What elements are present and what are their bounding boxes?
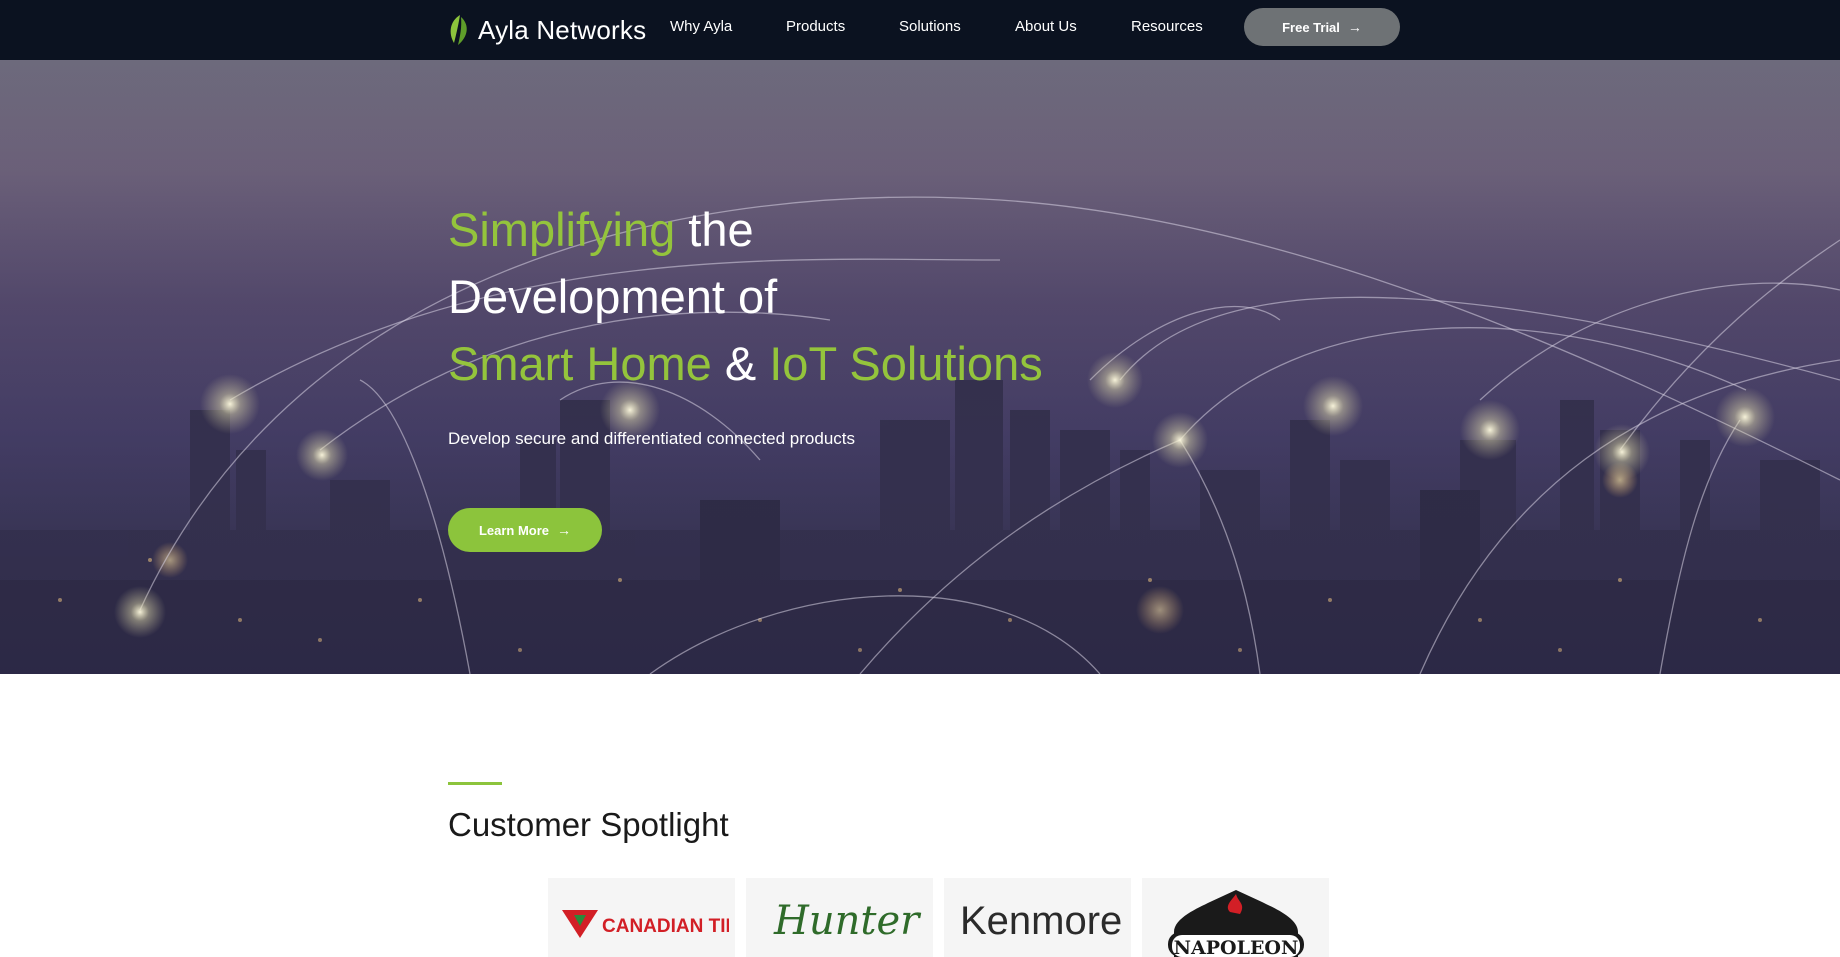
headline-simplifying: Simplifying [448,203,676,256]
customer-logo-hunter[interactable]: Hunter [746,878,933,957]
nav-item-products[interactable]: Products [786,18,845,35]
hero-banner: Simplifying the Development of Smart Hom… [0,60,1840,674]
customer-logo-canadian-tire[interactable]: CANADIAN TIRE [548,878,735,957]
brand-logo[interactable]: Ayla Networks [446,10,646,50]
headline-development-of: Development of [448,270,778,323]
headline-smart-home: Smart Home [448,337,712,390]
hunter-logo: Hunter [773,898,922,944]
top-navigation: Ayla Networks Why Ayla Products Solution… [0,0,1840,60]
kenmore-wordmark: Kenmore [960,899,1122,943]
nav-item-about-us[interactable]: About Us [1015,18,1077,35]
free-trial-button[interactable]: Free Trial → [1244,8,1400,46]
hero-headline: Simplifying the Development of Smart Hom… [448,196,1043,397]
customer-logos: CANADIAN TIRE Hunter Kenmore NAPOLEON [548,878,1330,957]
section-accent-line [448,782,502,785]
nav-item-solutions[interactable]: Solutions [899,18,961,35]
napoleon-wordmark: NAPOLEON [1174,937,1299,957]
kenmore-logo: Kenmore [960,899,1122,943]
customer-logo-kenmore[interactable]: Kenmore [944,878,1131,957]
napoleon-logo: NAPOLEON [1168,890,1304,957]
customer-spotlight-heading: Customer Spotlight [448,806,729,843]
free-trial-label: Free Trial [1282,19,1340,35]
nav-item-why-ayla[interactable]: Why Ayla [670,18,732,35]
learn-more-button[interactable]: Learn More → [448,508,602,552]
customer-logo-napoleon[interactable]: NAPOLEON [1142,878,1329,957]
nav-item-resources[interactable]: Resources [1131,18,1203,35]
headline-ampersand: & [711,337,770,390]
learn-more-label: Learn More [478,522,550,538]
hunter-wordmark: Hunter [773,898,922,944]
arrow-right-icon: → [1347,19,1362,35]
hero-subtitle: Develop secure and differentiated connec… [448,429,856,448]
headline-the: the [675,203,754,256]
canadian-tire-wordmark: CANADIAN TIRE [602,916,729,937]
headline-iot-solutions: IoT Solutions [769,337,1043,390]
arrow-right-icon: → [557,522,572,538]
leaf-icon [450,15,467,45]
brand-name: Ayla Networks [478,14,647,45]
canadian-tire-logo: CANADIAN TIRE [562,909,729,938]
